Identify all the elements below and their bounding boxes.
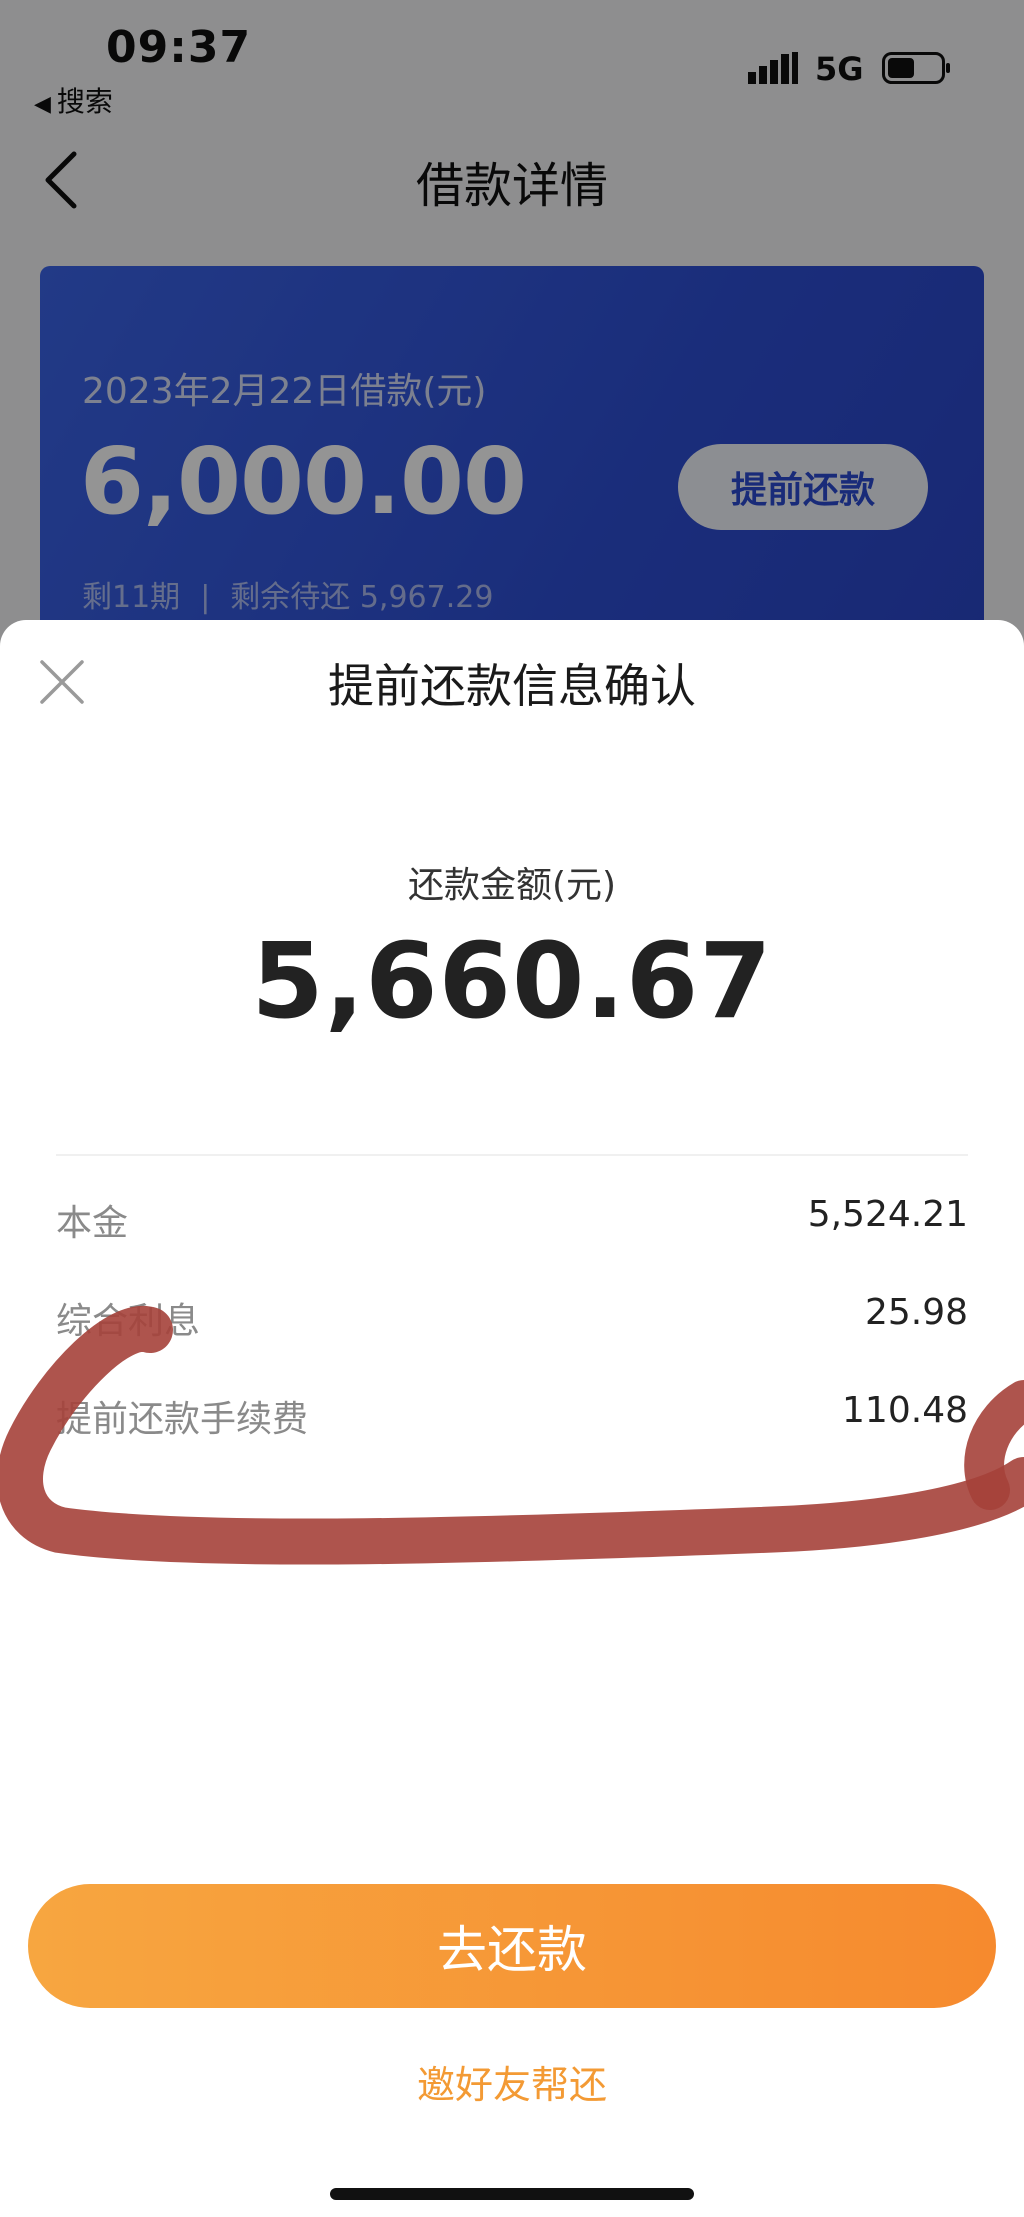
repayment-amount-value: 5,660.67: [251, 920, 773, 1042]
detail-label: 提前还款手续费: [56, 1399, 309, 1440]
divider: [56, 1154, 968, 1156]
sheet-title: 提前还款信息确认: [328, 659, 696, 713]
detail-row-principal: 本金 5,524.21: [56, 1194, 968, 1250]
invite-friend-link[interactable]: 邀好友帮还: [0, 2054, 1024, 2109]
detail-row-prepayment-fee: 提前还款手续费 110.48: [56, 1390, 968, 1446]
detail-value: 25.98: [864, 1292, 968, 1333]
detail-row-interest: 综合利息 25.98: [56, 1292, 968, 1348]
repayment-amount-label: 还款金额(元): [407, 865, 617, 906]
detail-value: 5,524.21: [807, 1194, 968, 1235]
detail-label: 本金: [56, 1203, 129, 1244]
prepayment-confirm-sheet: 提前还款信息确认 还款金额(元) 5,660.67 本金 5,524.21 综合…: [0, 620, 1024, 2217]
detail-value: 110.48: [842, 1390, 968, 1431]
go-repay-button[interactable]: 去还款: [28, 1884, 996, 2008]
home-indicator: [330, 2188, 694, 2200]
detail-label: 综合利息: [56, 1301, 201, 1342]
